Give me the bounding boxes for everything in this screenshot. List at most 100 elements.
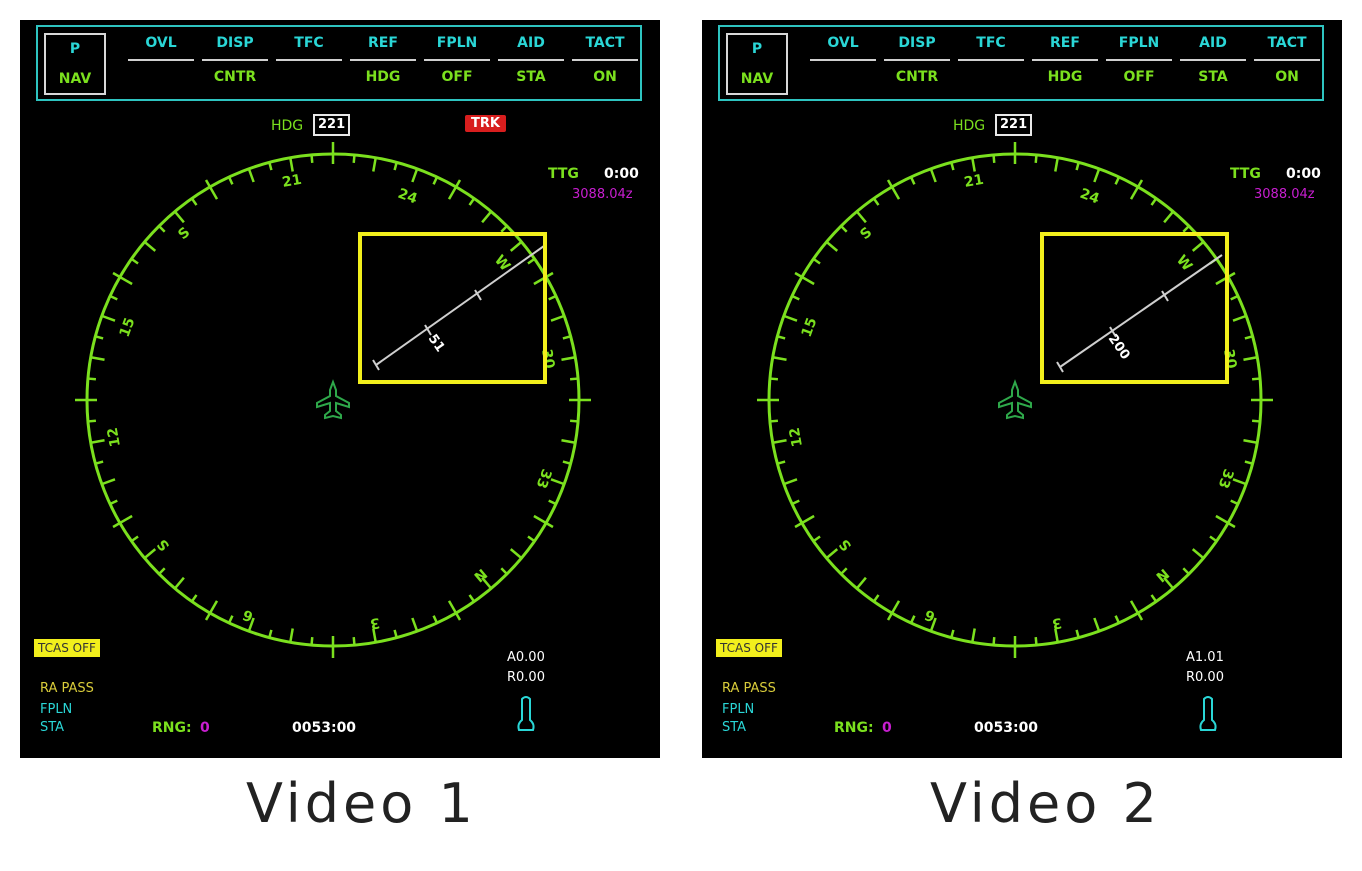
compass-tick — [1243, 439, 1258, 444]
compass-tick — [1054, 157, 1059, 172]
aircraft-icon — [316, 379, 350, 420]
compass-tick — [562, 335, 571, 340]
compass-rose — [757, 142, 1273, 658]
compass-label-s-lower: S — [836, 536, 855, 554]
compass-tick — [561, 356, 576, 361]
compass-tick — [130, 257, 139, 265]
compass-tick — [481, 210, 493, 224]
compass-tick — [411, 617, 419, 632]
compass-tick — [1114, 176, 1121, 185]
compass-tick — [992, 154, 996, 164]
compass-svg: 21 24 W 30 33 N 3 6 S 12 15 S 51 — [75, 142, 591, 658]
compass-tick — [992, 636, 996, 646]
compass-tick — [90, 356, 105, 361]
r-readout: R0.00 — [1186, 670, 1224, 685]
compass-tick — [872, 197, 880, 206]
compass-tick — [950, 162, 955, 171]
compass-label-21: 21 — [963, 172, 985, 191]
compass-tick — [509, 240, 523, 252]
compass-tick — [909, 615, 916, 624]
ra-pass-label: RA PASS — [722, 681, 776, 696]
compass-tick — [158, 567, 166, 575]
compass-tick — [825, 548, 839, 560]
compass-tick — [393, 162, 398, 171]
compass-tick — [783, 478, 798, 486]
compass-tick — [173, 576, 185, 590]
compass-label-12: 12 — [105, 426, 124, 448]
clock-readout: 0053:00 — [292, 720, 357, 736]
compass-tick — [173, 210, 185, 224]
compass-tick — [87, 377, 97, 381]
compass-tick — [550, 478, 565, 486]
compass-tick — [971, 157, 976, 172]
compass-label-12: 12 — [787, 426, 806, 448]
compass-label-33: 33 — [533, 467, 555, 491]
compass-tick — [1093, 168, 1101, 183]
compass-tick — [812, 535, 821, 543]
compass-tick — [769, 377, 779, 381]
route-line-segment — [375, 245, 545, 366]
compass-tick — [109, 294, 118, 301]
compass-tick — [548, 499, 557, 506]
compass-tick — [527, 535, 536, 543]
compass-tick — [101, 314, 116, 322]
compass-tick — [1163, 210, 1175, 224]
compass-tick — [1075, 629, 1080, 638]
compass-tick — [432, 615, 439, 624]
compass-tick — [1230, 499, 1239, 506]
compass-tick — [777, 460, 786, 465]
compass-tick — [772, 356, 787, 361]
compass-tick — [1244, 335, 1253, 340]
compass-label-s-upper: S — [175, 224, 193, 243]
compass-tick — [190, 197, 198, 206]
compass-tick — [289, 628, 294, 643]
compass-tick — [268, 162, 273, 171]
fpln-label: FPLN — [40, 702, 73, 717]
compass-tick — [95, 335, 104, 340]
rng-value: 0 — [882, 720, 892, 736]
compass-tick — [840, 567, 848, 575]
rng-value: 0 — [200, 720, 210, 736]
compass-tick — [1150, 594, 1158, 603]
compass-label-3: 3 — [369, 614, 381, 631]
route-line: 200 — [1056, 254, 1223, 373]
compass-tick — [289, 157, 294, 172]
compass-tick — [90, 439, 105, 444]
route-tick — [1056, 361, 1064, 373]
compass-tick — [1182, 567, 1190, 575]
compass-tick — [1182, 225, 1190, 233]
highlight-box — [358, 232, 547, 384]
compass-tick — [500, 567, 508, 575]
compass-tick — [855, 576, 867, 590]
compass-tick — [950, 629, 955, 638]
r-readout: R0.00 — [507, 670, 545, 685]
compass-tick — [143, 548, 157, 560]
compass-tick — [190, 594, 198, 603]
display-panel-video-2: P NAV OVL DISP TFC REF FPLN AID TACT CNT… — [702, 20, 1342, 758]
compass-tick — [548, 294, 557, 301]
compass-tick — [1114, 615, 1121, 624]
compass-label-33: 33 — [1215, 467, 1237, 491]
sta-label: STA — [40, 720, 65, 735]
compass-tick — [352, 154, 356, 164]
compass-label-21: 21 — [281, 172, 303, 191]
tcas-status[interactable]: TCAS OFF — [716, 639, 782, 657]
compass-tick — [1034, 636, 1038, 646]
compass-tick — [840, 225, 848, 233]
compass-tick — [268, 629, 273, 638]
sta-label: STA — [722, 720, 747, 735]
compass-tick — [310, 154, 314, 164]
compass-tick — [95, 460, 104, 465]
rng-label: RNG: — [152, 720, 192, 736]
compass-tick — [1230, 294, 1239, 301]
compass-tick — [777, 335, 786, 340]
route-label: 200 — [1105, 332, 1133, 363]
compass-tick — [929, 168, 937, 183]
compass-tick — [227, 176, 234, 185]
compass-tick — [971, 628, 976, 643]
caption-video-2: Video 2 — [930, 772, 1161, 835]
tcas-status[interactable]: TCAS OFF — [34, 639, 100, 657]
compass-tick — [527, 257, 536, 265]
compass-label-30: 30 — [1220, 348, 1239, 370]
compass-tick — [791, 294, 800, 301]
